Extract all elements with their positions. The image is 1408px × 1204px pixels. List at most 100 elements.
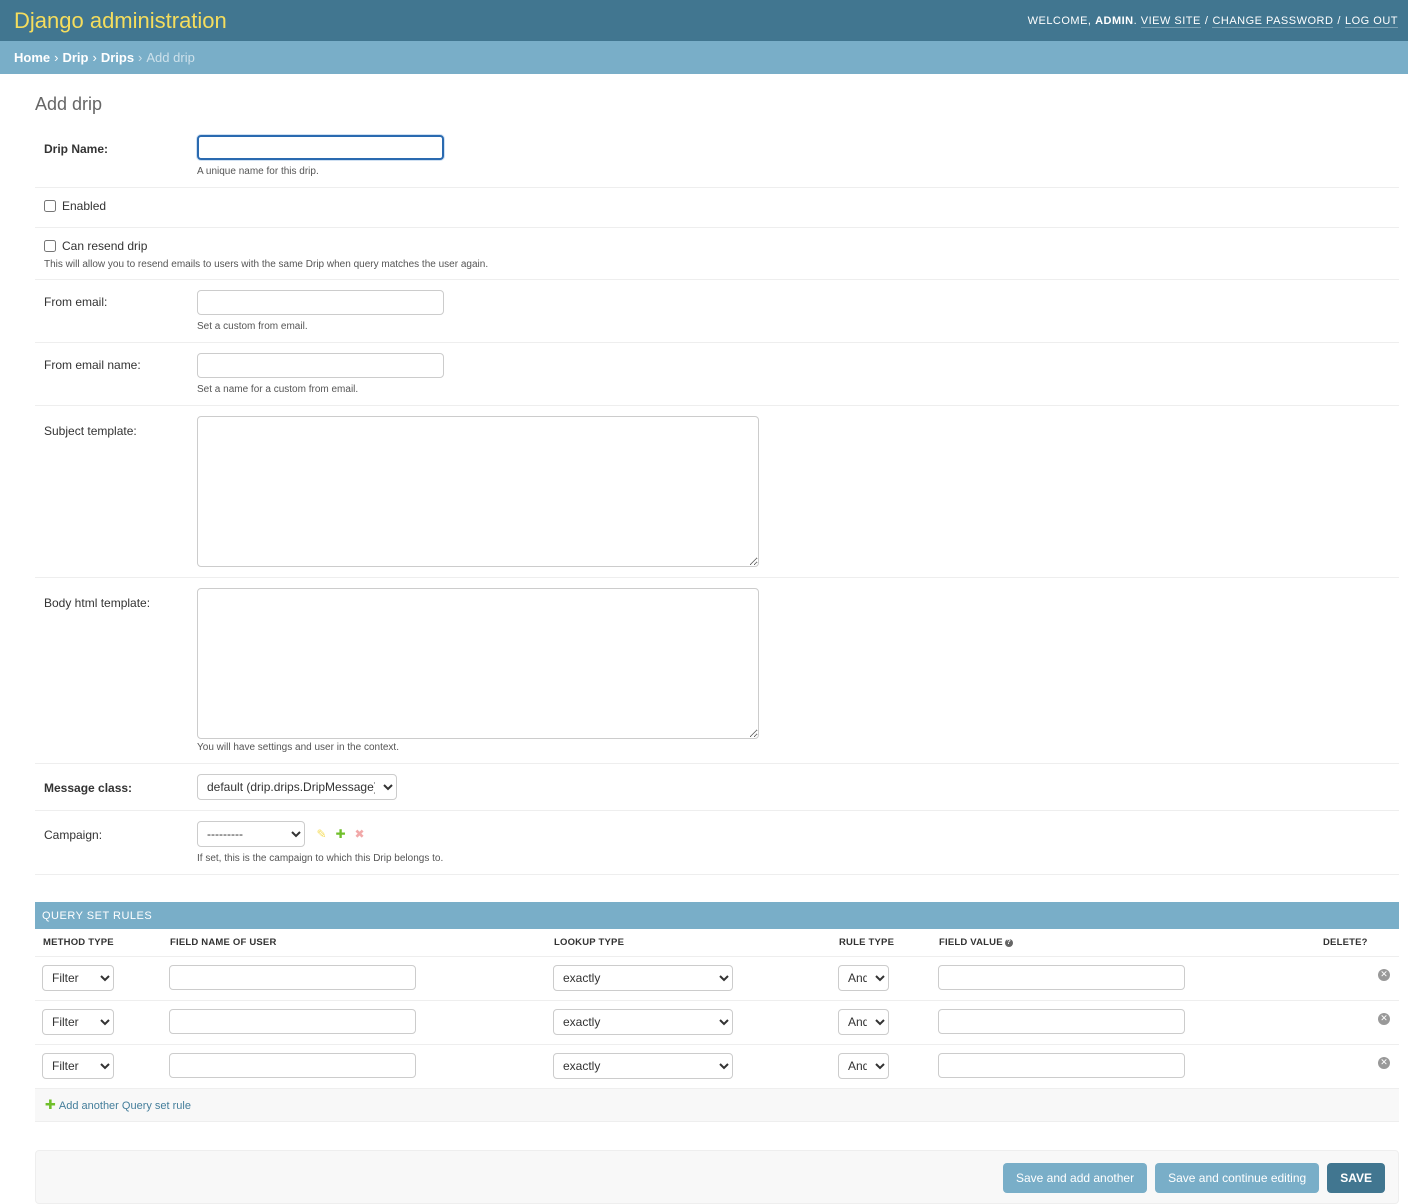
field-value-cell	[931, 1000, 1315, 1045]
log-out-link[interactable]: Log out	[1344, 14, 1398, 28]
delete-row-icon[interactable]: ✕	[1378, 1056, 1390, 1069]
breadcrumb-model[interactable]: Drips	[101, 50, 134, 65]
method-type-cell: Filter	[35, 1044, 162, 1089]
subject-template-row: Subject template:	[35, 406, 1399, 578]
method-type-select[interactable]: Filter	[42, 1009, 114, 1035]
enabled-checkbox[interactable]	[44, 200, 56, 212]
submit-row: Save and add another Save and continue e…	[35, 1150, 1399, 1204]
help-question-icon[interactable]: ?	[1004, 938, 1013, 947]
header: Django administration Welcome, admin. Vi…	[0, 0, 1408, 41]
breadcrumb-current: Add drip	[146, 50, 195, 65]
rule-type-select[interactable]: And	[838, 1053, 889, 1079]
inline-title: Query set rules	[35, 902, 1399, 929]
field-value-input[interactable]	[938, 965, 1185, 990]
delete-row-icon[interactable]: ✕	[1378, 968, 1390, 981]
campaign-label: Campaign:	[44, 828, 103, 842]
subject-template-label: Subject template:	[44, 424, 137, 438]
from-email-help: Set a custom from email.	[197, 321, 308, 332]
edit-related-pencil-icon[interactable]: ✎	[316, 827, 327, 841]
from-email-row: From email: Set a custom from email.	[35, 280, 1399, 343]
welcome-text: Welcome,	[1027, 14, 1092, 27]
can-resend-help: This will allow you to resend emails to …	[44, 259, 489, 270]
lookup-type-cell: exactly	[546, 956, 831, 1001]
rule-type-cell: And	[831, 956, 931, 1001]
rule-type-select[interactable]: And	[838, 965, 889, 991]
content: Add drip Drip Name: A unique name for th…	[0, 74, 1408, 1204]
view-site-link[interactable]: View site	[1140, 14, 1201, 28]
col-rule-type: Rule type	[831, 929, 931, 957]
drip-name-help: A unique name for this drip.	[197, 166, 319, 177]
field-value-input[interactable]	[938, 1053, 1185, 1078]
campaign-select[interactable]: ---------	[197, 821, 305, 847]
body-html-template-help: You will have settings and user in the c…	[197, 742, 399, 753]
query-set-rules-inline: Query set rules Method type Field name o…	[35, 902, 1399, 1122]
subject-template-textarea[interactable]	[197, 416, 759, 567]
lookup-type-select[interactable]: exactly	[553, 965, 733, 991]
col-delete: Delete?	[1315, 929, 1399, 957]
save-and-continue-button[interactable]: Save and continue editing	[1155, 1163, 1320, 1193]
can-resend-label: Can resend drip	[62, 239, 148, 253]
from-email-name-row: From email name: Set a name for a custom…	[35, 343, 1399, 406]
page-title: Add drip	[35, 94, 103, 114]
delete-related-x-icon[interactable]: ✖	[354, 827, 365, 841]
message-class-row: Message class: default (drip.drips.DripM…	[35, 764, 1399, 811]
field-value-cell	[931, 1044, 1315, 1089]
message-class-label: Message class:	[44, 781, 133, 795]
rule-type-cell: And	[831, 1044, 931, 1089]
from-email-label: From email:	[44, 295, 108, 309]
add-related-plus-icon[interactable]: ✚	[335, 827, 346, 841]
breadcrumb-home[interactable]: Home	[14, 50, 50, 65]
enabled-row: Enabled	[35, 188, 1399, 228]
add-plus-icon[interactable]: ✚	[45, 1097, 56, 1112]
lookup-type-cell: exactly	[546, 1000, 831, 1045]
lookup-type-select[interactable]: exactly	[553, 1053, 733, 1079]
breadcrumb-separator: ›	[54, 50, 59, 65]
col-field-value: Field value?	[931, 929, 1315, 957]
method-type-cell: Filter	[35, 956, 162, 1001]
username: admin	[1095, 14, 1134, 27]
drip-name-row: Drip Name: A unique name for this drip.	[35, 129, 1399, 188]
can-resend-row: Can resend drip This will allow you to r…	[35, 228, 1399, 280]
drip-name-label: Drip Name:	[44, 142, 109, 156]
add-another-rule-link[interactable]: Add another Query set rule	[59, 1100, 191, 1112]
col-method-type: Method type	[35, 929, 162, 957]
field-name-input[interactable]	[169, 1053, 416, 1078]
table-row: Filter exactly And ✕	[35, 1000, 1399, 1045]
body-html-template-label: Body html template:	[44, 596, 151, 610]
field-name-input[interactable]	[169, 965, 416, 990]
lookup-type-select[interactable]: exactly	[553, 1009, 733, 1035]
method-type-select[interactable]: Filter	[42, 1053, 114, 1079]
method-type-cell: Filter	[35, 1000, 162, 1045]
add-row: ✚ Add another Query set rule	[35, 1089, 1399, 1122]
change-password-link[interactable]: Change password	[1212, 14, 1334, 28]
lookup-type-cell: exactly	[546, 1044, 831, 1089]
message-class-select[interactable]: default (drip.drips.DripMessage)	[197, 774, 397, 800]
field-value-cell	[931, 956, 1315, 1001]
body-html-template-textarea[interactable]	[197, 588, 759, 739]
breadcrumb-app[interactable]: Drip	[62, 50, 88, 65]
table-row: Filter exactly And ✕	[35, 1044, 1399, 1089]
method-type-select[interactable]: Filter	[42, 965, 114, 991]
table-row: Filter exactly And ✕	[35, 956, 1399, 1001]
field-value-input[interactable]	[938, 1009, 1185, 1034]
field-name-cell	[162, 1000, 546, 1045]
field-name-input[interactable]	[169, 1009, 416, 1034]
field-name-cell	[162, 956, 546, 1001]
from-email-input[interactable]	[197, 290, 444, 315]
from-email-name-help: Set a name for a custom from email.	[197, 384, 359, 395]
rule-type-cell: And	[831, 1000, 931, 1045]
save-button[interactable]: SAVE	[1327, 1163, 1385, 1193]
delete-row-icon[interactable]: ✕	[1378, 1012, 1390, 1025]
save-and-add-another-button[interactable]: Save and add another	[1002, 1163, 1148, 1193]
breadcrumb: Home › Drip › Drips › Add drip	[0, 41, 1408, 74]
from-email-name-input[interactable]	[197, 353, 444, 378]
can-resend-checkbox[interactable]	[44, 240, 56, 252]
delete-cell: ✕	[1315, 956, 1399, 1001]
enabled-label: Enabled	[62, 199, 107, 213]
rule-type-select[interactable]: And	[838, 1009, 889, 1035]
site-branding[interactable]: Django administration	[14, 8, 227, 34]
drip-name-input[interactable]	[197, 135, 444, 160]
col-lookup-type: Lookup type	[546, 929, 831, 957]
delete-cell: ✕	[1315, 1000, 1399, 1045]
breadcrumb-separator: ›	[92, 50, 97, 65]
